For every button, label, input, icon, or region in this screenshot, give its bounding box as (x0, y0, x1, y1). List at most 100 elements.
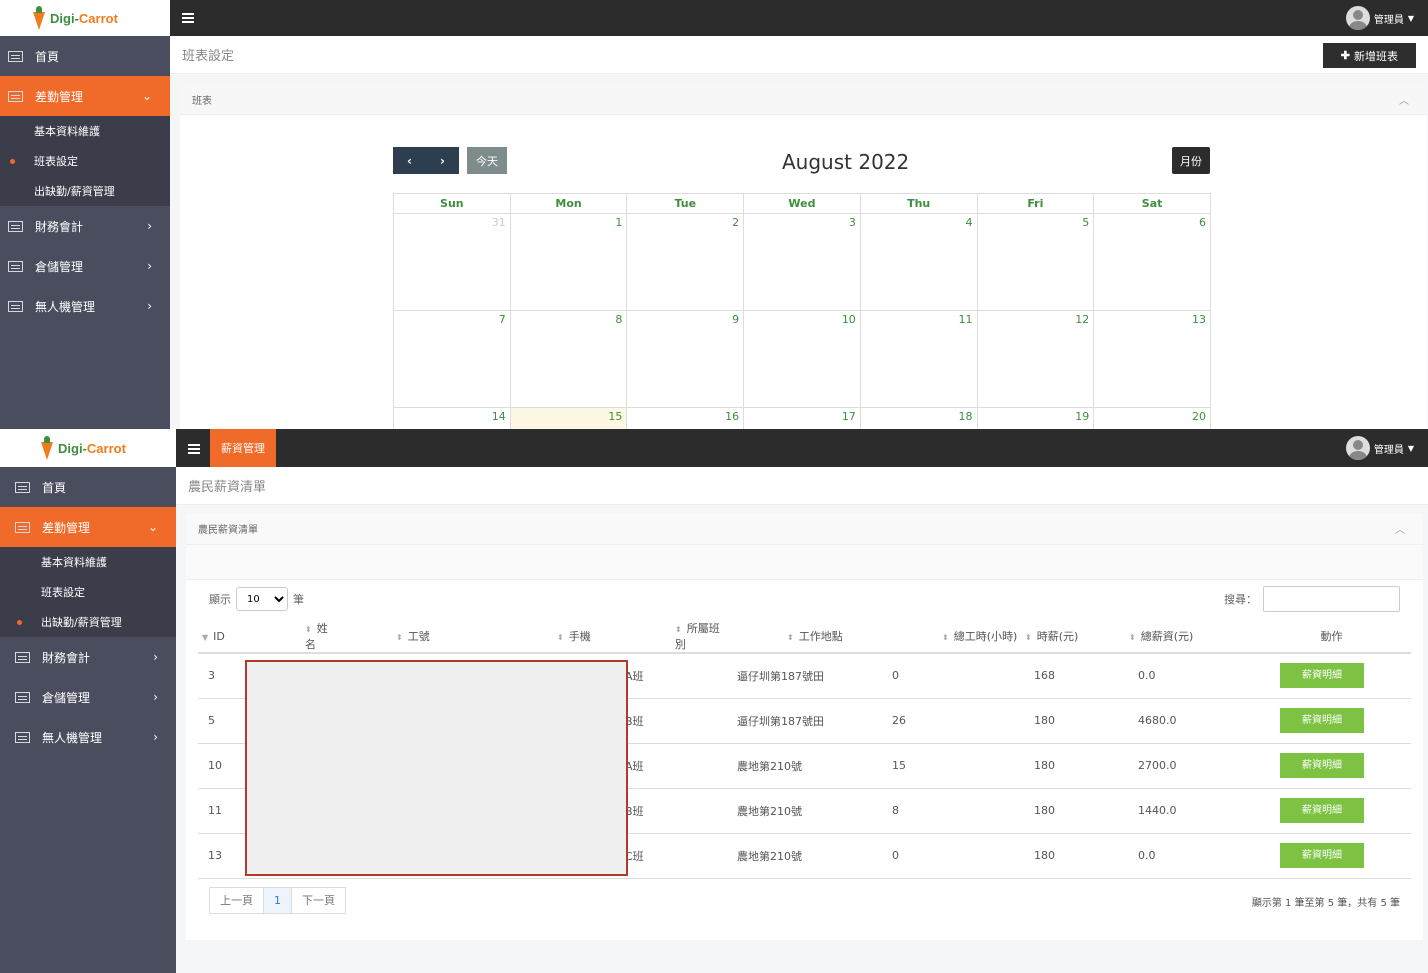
column-header-location[interactable]: ⬍ 工作地點 (727, 620, 882, 654)
sidebar-item-label: 差勤管理 (35, 89, 84, 104)
tab-payroll[interactable]: 薪資管理 (210, 429, 276, 467)
calendar-day[interactable]: 14 (393, 407, 511, 429)
calendar-day[interactable]: 9 (626, 310, 745, 408)
prev-month-button[interactable]: ‹ (393, 154, 426, 168)
calendar-day[interactable]: 17 (743, 407, 861, 429)
column-header-rate[interactable]: ⬍ 時薪(元) (1024, 620, 1128, 654)
cell-action: 薪資明細 (1252, 788, 1411, 834)
salary-detail-button[interactable]: 薪資明細 (1280, 843, 1364, 868)
sidebar-item-finance[interactable]: 財務會計 › (0, 637, 176, 677)
sidebar-item-finance[interactable]: 財務會計 › (0, 206, 170, 246)
cell-hours: 0 (882, 833, 1024, 879)
carrot-logo-icon (32, 6, 46, 30)
search-label: 搜尋： (1224, 593, 1257, 606)
sidebar-item-home[interactable]: 首頁 (0, 36, 170, 76)
sort-icon: ⬍ (675, 625, 682, 634)
hamburger-menu-icon[interactable] (182, 13, 194, 23)
submenu-item-payroll[interactable]: 出缺勤/薪資管理 (0, 607, 176, 637)
length-control: 顯示 10 筆 (209, 587, 304, 611)
next-month-button[interactable]: › (426, 154, 459, 168)
calendar-day-today[interactable]: 15 (509, 407, 628, 429)
salary-detail-button[interactable]: 薪資明細 (1280, 708, 1364, 733)
calendar-day[interactable]: 13 (1093, 310, 1211, 408)
add-schedule-label: 新增班表 (1354, 50, 1398, 63)
sidebar-item-attendance[interactable]: 差勤管理 ⌄ (0, 76, 170, 116)
attendance-submenu: 基本資料維護 班表設定 出缺勤/薪資管理 (0, 547, 176, 637)
calendar-day[interactable]: 31 (393, 213, 511, 311)
sidebar-item-drone[interactable]: 無人機管理 › (0, 717, 176, 757)
box-title: 班表 (192, 95, 212, 107)
logo-text-part2: Carrot (86, 440, 126, 456)
calendar-day[interactable]: 1 (509, 213, 628, 311)
logo[interactable]: Digi-Carrot (0, 0, 170, 36)
column-header-id[interactable]: ▼ ID (198, 620, 245, 654)
chevron-up-icon[interactable]: ︿ (1395, 521, 1405, 536)
cell-id: 5 (198, 698, 245, 744)
today-button[interactable]: 今天 (467, 147, 507, 174)
avatar (1345, 436, 1370, 460)
column-label: 工作地點 (798, 630, 843, 643)
logo[interactable]: Digi-Carrot (0, 429, 176, 467)
sort-desc-icon: ▼ (202, 632, 209, 642)
chevron-right-icon: › (147, 219, 152, 233)
main-content: 班表設定 ✚ 新增班表 班表 ︿ ‹ › 今天 August 2022 月份 Su… (170, 36, 1428, 429)
month-view-button[interactable]: 月份 (1172, 147, 1210, 174)
submenu-item-schedule[interactable]: 班表設定 (0, 577, 176, 607)
list-icon (15, 731, 30, 743)
calendar-day[interactable]: 8 (509, 310, 628, 408)
calendar-day[interactable]: 16 (626, 407, 745, 429)
user-menu[interactable]: 管理員 ▼ (1345, 436, 1414, 460)
chevron-up-icon[interactable]: ︿ (1399, 92, 1409, 107)
calendar-day[interactable]: 19 (976, 407, 1095, 429)
calendar-day[interactable]: 12 (976, 310, 1095, 408)
sidebar-item-drone[interactable]: 無人機管理 › (0, 286, 170, 326)
column-header-hours[interactable]: ⬍ 總工時(小時) (882, 620, 1024, 654)
calendar-day[interactable]: 11 (859, 310, 978, 408)
add-schedule-button[interactable]: ✚ 新增班表 (1322, 43, 1416, 68)
calendar-day[interactable]: 5 (976, 213, 1095, 311)
sort-icon: ⬍ (396, 633, 403, 642)
list-icon (15, 481, 30, 493)
cell-rate: 180 (1024, 743, 1128, 789)
hamburger-menu-icon[interactable] (188, 444, 200, 454)
salary-detail-button[interactable]: 薪資明細 (1280, 753, 1364, 778)
salary-detail-button[interactable]: 薪資明細 (1280, 663, 1364, 689)
topbar: 薪資管理 管理員 ▼ (176, 429, 1428, 467)
next-page-button[interactable]: 下一頁 (292, 888, 345, 913)
weekday: Sun (393, 193, 511, 214)
list-icon (8, 220, 23, 232)
submenu-item-schedule[interactable]: 班表設定 (0, 146, 170, 176)
calendar-day[interactable]: 18 (859, 407, 978, 429)
cell-rate: 180 (1024, 698, 1128, 744)
sidebar-item-warehouse[interactable]: 倉儲管理 › (0, 677, 176, 717)
calendar-day[interactable]: 2 (626, 213, 745, 311)
submenu-item-payroll[interactable]: 出缺勤/薪資管理 (0, 176, 170, 206)
calendar-day[interactable]: 7 (393, 310, 511, 408)
page-1-button[interactable]: 1 (264, 888, 292, 913)
search-input[interactable] (1263, 586, 1400, 612)
prev-page-button[interactable]: 上一頁 (210, 888, 264, 913)
calendar-day[interactable]: 4 (859, 213, 978, 311)
user-menu[interactable]: 管理員 ▼ (1345, 6, 1414, 30)
list-icon (15, 521, 30, 533)
sidebar-item-warehouse[interactable]: 倉儲管理 › (0, 246, 170, 286)
sidebar-item-label: 財務會計 (42, 650, 91, 665)
page-length-select[interactable]: 10 (236, 587, 288, 611)
column-header-shift[interactable]: ⬍ 所屬班別 (615, 620, 727, 654)
column-header-total[interactable]: ⬍ 總薪資(元) (1128, 620, 1252, 654)
column-header-name[interactable]: ⬍ 姓名 (245, 620, 336, 654)
submenu-item-basic-data[interactable]: 基本資料維護 (0, 116, 170, 146)
calendar-day[interactable]: 10 (743, 310, 861, 408)
sidebar-item-home[interactable]: 首頁 (0, 467, 176, 507)
sidebar-item-attendance[interactable]: 差勤管理 ⌄ (0, 507, 176, 547)
calendar-day[interactable]: 3 (743, 213, 861, 311)
column-header-employee-no[interactable]: ⬍ 工號 (336, 620, 497, 654)
caret-down-icon: ▼ (1407, 443, 1414, 453)
column-header-phone[interactable]: ⬍ 手機 (497, 620, 615, 654)
calendar-day[interactable]: 20 (1093, 407, 1211, 429)
calendar-day[interactable]: 6 (1093, 213, 1211, 311)
salary-detail-button[interactable]: 薪資明細 (1280, 798, 1364, 823)
sidebar: Digi-Carrot 首頁 差勤管理 ⌄ 基本資料維護 班表設定 出缺勤/薪資… (0, 429, 176, 973)
column-label: 總薪資(元) (1140, 630, 1194, 643)
submenu-item-basic-data[interactable]: 基本資料維護 (0, 547, 176, 577)
